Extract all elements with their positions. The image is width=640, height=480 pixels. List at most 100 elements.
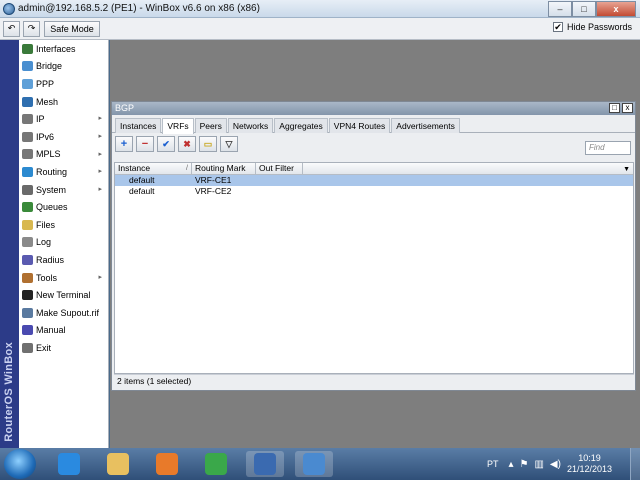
cell-routing-mark: VRF-CE2	[195, 186, 232, 196]
start-button[interactable]	[4, 449, 36, 479]
cell-instance: default	[129, 186, 155, 196]
sidebar-item-label: Manual	[36, 325, 66, 336]
winbox-app-icon	[3, 2, 15, 15]
bgp-close-button[interactable]: x	[622, 103, 633, 113]
comment-button[interactable]: ▭	[199, 136, 217, 152]
sidebar-item-label: Tools	[36, 272, 58, 283]
sidebar-item-queues[interactable]: Queues	[19, 198, 108, 216]
bgp-maximize-button[interactable]: □	[609, 103, 620, 113]
disable-button[interactable]: ✖	[178, 136, 196, 152]
column-out-filter[interactable]: Out Filter	[256, 163, 303, 174]
sidebar-item-mpls[interactable]: MPLS ▸	[19, 146, 108, 164]
flag-icon[interactable]: ⚑	[520, 459, 529, 470]
hide-passwords-checkbox[interactable]: ✔	[552, 22, 563, 32]
taskbar-winbox-button[interactable]	[246, 451, 284, 477]
ppp-icon	[22, 78, 33, 89]
tab-instances[interactable]: Instances	[115, 118, 162, 133]
maximize-button[interactable]: □	[572, 1, 596, 17]
taskbar-chrome-button[interactable]	[197, 451, 235, 477]
tray-expand-icon[interactable]: ▴	[508, 459, 513, 470]
files-icon	[22, 219, 33, 230]
sidebar-item-ppp[interactable]: PPP	[19, 75, 108, 93]
minimize-button[interactable]: –	[548, 1, 572, 17]
sidebar-item-label: Queues	[36, 202, 68, 213]
tab-aggregates[interactable]: Aggregates	[274, 118, 328, 133]
submenu-arrow-icon: ▸	[98, 115, 102, 123]
sidebar-item-radius[interactable]: Radius	[19, 251, 108, 269]
tab-peers[interactable]: Peers	[194, 118, 227, 133]
sidebar-item-files[interactable]: Files	[19, 216, 108, 234]
taskbar-internet-explorer-button[interactable]	[50, 451, 88, 477]
brand-text: RouterOS WinBox	[3, 342, 15, 442]
sidebar-item-ip[interactable]: IP ▸	[19, 110, 108, 128]
network-icon[interactable]: ▥	[534, 459, 543, 470]
sidebar-item-routing[interactable]: Routing ▸	[19, 163, 108, 181]
table-row[interactable]: default VRF-CE1	[115, 175, 633, 186]
find-input[interactable]: Find	[585, 141, 631, 155]
undo-button[interactable]: ↶	[3, 20, 20, 37]
submenu-arrow-icon: ▸	[98, 185, 102, 193]
volume-icon[interactable]: ◀)	[550, 459, 561, 470]
sidebar-item-label: Radius	[36, 254, 65, 265]
sidebar-item-manual[interactable]: Manual	[19, 322, 108, 340]
log-icon	[22, 237, 33, 248]
close-button[interactable]: x	[596, 1, 636, 17]
bgp-window-titlebar[interactable]: BGP □ x	[112, 102, 635, 115]
cell-out-filter	[256, 175, 303, 186]
window-controls: – □ x	[548, 1, 636, 17]
taskbar-file-explorer-button[interactable]	[99, 451, 137, 477]
sidebar-menu: Interfaces Bridge PPP Mesh IP ▸ IPv6 ▸ MPLS ▸ Rout…	[19, 40, 109, 448]
queues-icon	[22, 202, 33, 213]
media-player-icon	[156, 453, 178, 475]
hide-passwords-toggle[interactable]: ✔ Hide Passwords	[552, 22, 632, 32]
add-button[interactable]: +	[115, 136, 133, 152]
cell-routing-mark: VRF-CE1	[195, 175, 232, 185]
sidebar-item-exit[interactable]: Exit	[19, 339, 108, 357]
column-routing-mark[interactable]: Routing Mark	[192, 163, 256, 174]
sidebar-item-interfaces[interactable]: Interfaces	[19, 40, 108, 58]
remove-button[interactable]: −	[136, 136, 154, 152]
file-explorer-icon	[107, 453, 129, 475]
sidebar-item-mesh[interactable]: Mesh	[19, 93, 108, 111]
column-spacer: ▼	[303, 163, 633, 174]
bgp-window: BGP □ x Instances VRFs Peers Networks Aggreg…	[111, 101, 636, 391]
language-indicator[interactable]: PT	[487, 459, 499, 469]
tab-advertisements[interactable]: Advertisements	[391, 118, 460, 133]
sidebar-item-log[interactable]: Log	[19, 234, 108, 252]
window-titlebar: admin@192.168.5.2 (PE1) - WinBox v6.6 on…	[0, 0, 640, 18]
hide-passwords-label: Hide Passwords	[566, 22, 632, 32]
sidebar-item-label: MPLS	[36, 149, 61, 160]
tab-vpn4-routes[interactable]: VPN4 Routes	[328, 118, 391, 133]
taskbar: PT ▴ ⚑ ▥ ◀) 10:19 21/12/2013	[0, 448, 640, 480]
taskbar-winbox-window-button[interactable]	[295, 451, 333, 477]
system-tray: PT ▴ ⚑ ▥ ◀) 10:19 21/12/2013	[487, 448, 640, 480]
sidebar-item-system[interactable]: System ▸	[19, 181, 108, 199]
window-title: admin@192.168.5.2 (PE1) - WinBox v6.6 on…	[18, 3, 260, 14]
table-body: default VRF-CE1 default VRF-CE2	[115, 175, 633, 197]
taskbar-media-player-button[interactable]	[148, 451, 186, 477]
sidebar-item-tools[interactable]: Tools ▸	[19, 269, 108, 287]
sidebar-item-new-terminal[interactable]: New Terminal	[19, 286, 108, 304]
new-terminal-icon	[22, 290, 33, 301]
sidebar-item-label: Files	[36, 219, 56, 230]
column-instance[interactable]: Instance /	[115, 163, 192, 174]
redo-button[interactable]: ↷	[23, 20, 40, 37]
columns-dropdown-icon[interactable]: ▼	[623, 164, 630, 175]
sidebar-item-make-supout-rif[interactable]: Make Supout.rif	[19, 304, 108, 322]
tab-vrfs[interactable]: VRFs	[162, 118, 194, 134]
filter-button[interactable]: ▽	[220, 136, 238, 152]
enable-button[interactable]: ✔	[157, 136, 175, 152]
clock[interactable]: 10:19 21/12/2013	[567, 453, 612, 475]
winbox-icon	[254, 453, 276, 475]
sidebar-item-label: Log	[36, 237, 52, 248]
sidebar-item-bridge[interactable]: Bridge	[19, 58, 108, 76]
table-row[interactable]: default VRF-CE2	[115, 186, 633, 197]
sidebar-item-ipv6[interactable]: IPv6 ▸	[19, 128, 108, 146]
submenu-arrow-icon: ▸	[98, 150, 102, 158]
safe-mode-button[interactable]: Safe Mode	[44, 20, 100, 37]
tab-networks[interactable]: Networks	[227, 118, 274, 133]
show-desktop-button[interactable]	[630, 448, 640, 480]
radius-icon	[22, 254, 33, 265]
clock-time: 10:19	[578, 453, 601, 463]
manual-icon	[22, 325, 33, 336]
